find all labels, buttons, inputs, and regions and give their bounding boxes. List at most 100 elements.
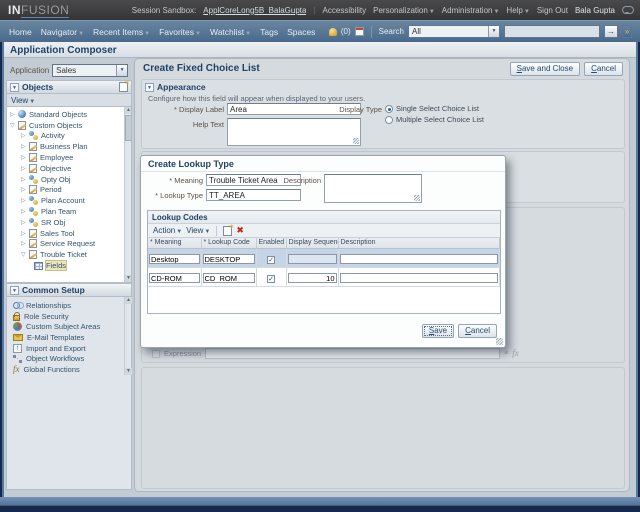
radio-selected-icon[interactable]: [385, 105, 393, 113]
enabled-checkbox[interactable]: ✓: [267, 275, 275, 283]
collapse-icon[interactable]: ▼: [145, 83, 154, 92]
common-setup-relationships[interactable]: Relationships: [7, 300, 124, 311]
sign-out-link[interactable]: Sign Out: [537, 6, 568, 15]
common-setup-role-security[interactable]: Role Security: [7, 311, 124, 322]
session-sandbox-link[interactable]: ApplCoreLong5B_BalaGupta: [203, 6, 306, 15]
tree-item-business-plan[interactable]: ▷Business Plan: [7, 141, 124, 152]
expand-icon[interactable]: ▷: [21, 165, 29, 172]
function-icon[interactable]: [512, 349, 519, 358]
description-cell-input[interactable]: [340, 273, 499, 283]
chevron-down-icon[interactable]: ▼: [116, 65, 127, 76]
common-setup-custom-subject-areas[interactable]: Custom Subject Areas: [7, 321, 124, 332]
collapse-icon[interactable]: ▼: [10, 286, 19, 295]
table-row[interactable]: ✓: [148, 248, 500, 267]
expand-icon[interactable]: ▷: [21, 208, 29, 215]
new-row-icon[interactable]: [223, 226, 232, 236]
resize-handle-icon[interactable]: [414, 195, 420, 201]
save-and-close-button[interactable]: Save and Close: [510, 62, 581, 76]
common-setup-object-workflows[interactable]: Object Workflows: [7, 353, 124, 364]
meaning-cell-input[interactable]: [149, 273, 200, 283]
edit-icon[interactable]: ≡: [504, 350, 508, 357]
col-display-sequence[interactable]: Display Sequence: [286, 238, 338, 248]
delete-row-icon[interactable]: [236, 226, 244, 235]
tree-item-period[interactable]: ▷Period: [7, 185, 124, 196]
display-sequence-cell-input[interactable]: [288, 273, 337, 283]
tree-item-plan-team[interactable]: ▷Plan Team: [7, 206, 124, 217]
tree-item-fields[interactable]: Fields: [7, 260, 124, 271]
tree-item-custom-objects[interactable]: ▽Custom Objects: [7, 120, 124, 131]
expand-icon[interactable]: ▷: [21, 176, 29, 183]
expand-icon[interactable]: ▷: [10, 111, 18, 118]
radio-unselected-icon[interactable]: [385, 116, 393, 124]
save-button[interactable]: Save: [422, 324, 454, 338]
application-select[interactable]: Sales ▼: [52, 64, 128, 77]
help-menu[interactable]: Help▼: [506, 6, 529, 15]
administration-menu[interactable]: Administration▼: [442, 6, 500, 15]
expand-icon[interactable]: ▷: [21, 230, 29, 237]
expand-icon[interactable]: ▷: [21, 197, 29, 204]
common-setup-scrollbar[interactable]: ▲▼: [124, 297, 131, 375]
col-description[interactable]: Description: [338, 238, 500, 248]
help-text-textarea[interactable]: [227, 118, 361, 146]
resize-handle-icon[interactable]: [353, 138, 359, 144]
expand-icon[interactable]: ▷: [21, 240, 29, 247]
dialog-resize-handle-icon[interactable]: [496, 338, 503, 345]
tree-item-opty-obj[interactable]: ▷Opty Obj: [7, 174, 124, 185]
search-go-button[interactable]: →: [604, 25, 618, 38]
cancel-button[interactable]: Cancel: [584, 62, 623, 76]
personalization-menu[interactable]: Personalization▼: [373, 6, 435, 15]
col-enabled[interactable]: Enabled: [256, 238, 286, 248]
collapse-icon[interactable]: ▼: [10, 83, 19, 92]
tree-item-trouble-ticket[interactable]: ▽Trouble Ticket: [7, 249, 124, 260]
radio-multiple-select[interactable]: Multiple Select Choice List: [385, 115, 484, 124]
table-row[interactable]: ✓: [148, 267, 500, 286]
action-menu[interactable]: Action▼: [153, 226, 182, 235]
notifications-bell-icon[interactable]: [329, 28, 337, 36]
tree-item-plan-account[interactable]: ▷Plan Account: [7, 195, 124, 206]
enabled-checkbox[interactable]: ✓: [267, 256, 275, 264]
accessibility-link[interactable]: Accessibility: [323, 6, 367, 15]
collapse-icon[interactable]: ▽: [10, 122, 18, 129]
expand-icon[interactable]: ▷: [21, 186, 29, 193]
view-menu[interactable]: View▼: [186, 226, 210, 235]
expand-icon[interactable]: ▷: [21, 154, 29, 161]
tree-item-objective[interactable]: ▷Objective: [7, 163, 124, 174]
objects-panel-header[interactable]: ▼ Objects: [6, 80, 132, 94]
lookup-type-input[interactable]: [206, 189, 301, 201]
search-scope-select[interactable]: All ▼: [408, 25, 500, 38]
tree-item-employee[interactable]: ▷Employee: [7, 152, 124, 163]
expand-icon[interactable]: ▷: [21, 132, 29, 139]
lookup-code-cell-input[interactable]: [203, 254, 255, 264]
cancel-button[interactable]: Cancel: [458, 324, 497, 338]
description-cell-input[interactable]: [340, 254, 499, 264]
scroll-up-icon[interactable]: ▲: [125, 107, 132, 114]
common-setup-email-templates[interactable]: E-Mail Templates: [7, 332, 124, 343]
scroll-down-icon[interactable]: ▼: [125, 368, 132, 375]
scroll-down-icon[interactable]: ▼: [125, 275, 132, 282]
chat-bubble-icon[interactable]: [622, 6, 634, 14]
nav-spaces[interactable]: Spaces: [287, 27, 315, 37]
tree-item-activity[interactable]: ▷Activity: [7, 131, 124, 142]
scroll-thumb[interactable]: [125, 115, 132, 141]
common-setup-global-functions[interactable]: Global Functions: [7, 364, 124, 375]
nav-favorites[interactable]: Favorites▼: [159, 27, 201, 37]
nav-navigator[interactable]: Navigator▼: [41, 27, 84, 37]
tree-scrollbar[interactable]: ▲▼: [124, 107, 131, 282]
nav-tags[interactable]: Tags: [260, 27, 278, 37]
nav-home[interactable]: Home: [9, 27, 32, 37]
new-object-icon[interactable]: [119, 82, 128, 92]
display-sequence-cell-input[interactable]: [288, 254, 337, 264]
scroll-up-icon[interactable]: ▲: [125, 297, 132, 304]
meaning-cell-input[interactable]: [149, 254, 200, 264]
tree-item-sales-tool[interactable]: ▷Sales Tool: [7, 228, 124, 239]
advanced-search-icon[interactable]: »: [622, 25, 632, 38]
common-setup-panel-header[interactable]: ▼ Common Setup: [6, 283, 132, 297]
tree-item-standard-objects[interactable]: ▷Standard Objects: [7, 109, 124, 120]
nav-recent-items[interactable]: Recent Items▼: [93, 27, 150, 37]
calendar-icon[interactable]: [355, 27, 364, 36]
view-menu[interactable]: View▼: [11, 96, 35, 105]
description-textarea[interactable]: [324, 174, 422, 203]
appearance-section-header[interactable]: ▼ Appearance: [142, 80, 624, 94]
search-input[interactable]: [504, 25, 600, 38]
tree-item-sr-obj[interactable]: ▷SR Obj: [7, 217, 124, 228]
